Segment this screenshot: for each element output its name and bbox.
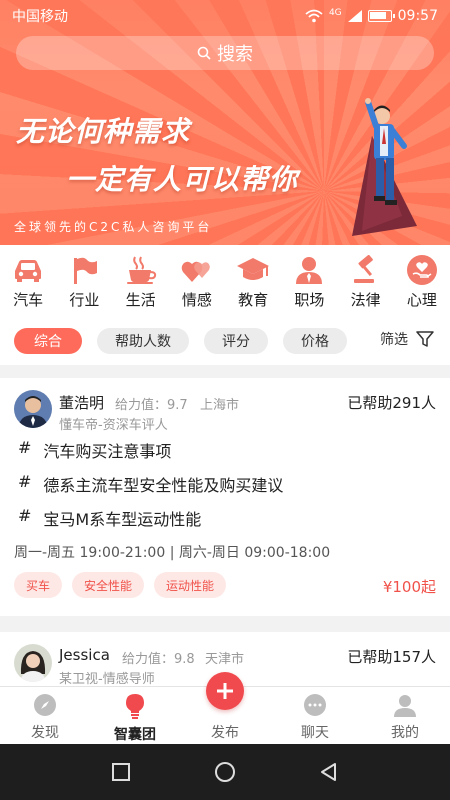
expert-tag[interactable]: 运动性能 bbox=[154, 572, 227, 598]
expert-helped-count: 已帮助157人 bbox=[347, 648, 436, 666]
topic-item[interactable]: # 宝马M系车型运动性能 bbox=[18, 506, 201, 530]
topic-text: 宝马M系车型运动性能 bbox=[43, 510, 202, 529]
recents-square-icon[interactable] bbox=[111, 762, 131, 782]
publish-plus-button[interactable] bbox=[206, 672, 244, 710]
sort-chip-comprehensive[interactable]: 综合 bbox=[14, 328, 82, 354]
category-label: 职场 bbox=[294, 291, 325, 309]
avatar[interactable] bbox=[14, 644, 52, 682]
category-label: 行业 bbox=[69, 291, 100, 309]
tab-discover[interactable]: 发现 bbox=[0, 687, 90, 744]
hash-icon: # bbox=[18, 438, 32, 457]
plus-icon bbox=[217, 683, 233, 699]
user-icon bbox=[394, 695, 416, 717]
carrier-label: 中国移动 bbox=[12, 9, 68, 25]
expert-title: 某卫视-情感导师 bbox=[59, 672, 155, 686]
banner-slogan-line2: 一定有人可以帮你 bbox=[66, 163, 299, 196]
expert-price: ¥100起 bbox=[382, 578, 436, 596]
compass-icon bbox=[34, 694, 56, 716]
category-law[interactable]: 法律 bbox=[338, 245, 394, 317]
hash-icon: # bbox=[18, 472, 32, 491]
category-life[interactable]: 生活 bbox=[113, 245, 169, 317]
topic-item[interactable]: # 汽车购买注意事项 bbox=[18, 438, 171, 462]
sort-chip-rating[interactable]: 评分 bbox=[204, 328, 268, 354]
search-icon bbox=[197, 46, 211, 60]
tab-label: 发布 bbox=[211, 725, 239, 741]
top-banner[interactable]: 中国移动 4G 09:57 搜索 无论何种需求 一定有人可以帮你 全球领先的C2… bbox=[0, 0, 450, 245]
expert-city: 天津市 bbox=[205, 652, 245, 667]
filter-funnel-icon bbox=[416, 331, 434, 347]
chat-icon bbox=[304, 694, 326, 716]
sort-chip-helped-count[interactable]: 帮助人数 bbox=[97, 328, 189, 354]
search-bar[interactable]: 搜索 bbox=[16, 36, 434, 70]
tab-label: 我的 bbox=[391, 725, 419, 741]
expert-tag[interactable]: 买车 bbox=[14, 572, 63, 598]
coffee-icon bbox=[124, 253, 158, 287]
service-hours: 周一-周五 19:00-21:00 | 周六-周日 09:00-18:00 bbox=[14, 545, 331, 561]
hash-icon: # bbox=[18, 506, 32, 525]
expert-power-score: 给力值：9.8 bbox=[122, 652, 195, 667]
expert-card[interactable]: 董浩明 给力值：9.7 上海市 已帮助291人 懂车帝-资深车评人 # 汽车购买… bbox=[0, 378, 450, 616]
back-triangle-icon[interactable] bbox=[319, 762, 339, 782]
filter-button[interactable]: 筛选 bbox=[380, 329, 434, 349]
sort-chip-price[interactable]: 价格 bbox=[283, 328, 347, 354]
tab-think-tank[interactable]: 智囊团 bbox=[90, 687, 180, 744]
tab-label: 智囊团 bbox=[114, 727, 156, 743]
topic-text: 德系主流车型安全性能及购买建议 bbox=[43, 476, 284, 495]
category-psychology[interactable]: 心理 bbox=[394, 245, 450, 317]
expert-name: Jessica bbox=[59, 646, 110, 664]
home-circle-icon[interactable] bbox=[214, 761, 236, 783]
lightbulb-icon bbox=[126, 694, 144, 719]
clock-label: 09:57 bbox=[397, 8, 438, 24]
category-industry[interactable]: 行业 bbox=[56, 245, 112, 317]
search-label: 搜索 bbox=[217, 44, 253, 65]
sort-filter-bar: 综合 帮助人数 评分 价格 筛选 bbox=[0, 317, 450, 365]
signal-icon bbox=[347, 10, 362, 22]
hearts-icon bbox=[180, 253, 214, 287]
avatar[interactable] bbox=[14, 390, 52, 428]
superhero-illustration bbox=[352, 98, 417, 236]
expert-power-score: 给力值：9.7 bbox=[115, 398, 188, 413]
category-car[interactable]: 汽车 bbox=[0, 245, 56, 317]
filter-label: 筛选 bbox=[380, 332, 408, 348]
tab-me[interactable]: 我的 bbox=[360, 687, 450, 744]
category-label: 教育 bbox=[238, 291, 269, 309]
category-label: 情感 bbox=[181, 291, 212, 309]
banner-slogan-line1: 无论何种需求 bbox=[16, 115, 191, 148]
banner-tagline: 全球领先的C2C私人咨询平台 bbox=[14, 220, 213, 234]
topic-text: 汽车购买注意事项 bbox=[43, 442, 172, 461]
wifi-icon bbox=[305, 9, 323, 23]
expert-helped-count: 已帮助291人 bbox=[347, 394, 436, 412]
expert-name: 董浩明 bbox=[59, 394, 105, 412]
category-emotion[interactable]: 情感 bbox=[169, 245, 225, 317]
expert-tag[interactable]: 安全性能 bbox=[72, 572, 145, 598]
person-icon bbox=[292, 253, 326, 287]
category-label: 汽车 bbox=[13, 291, 44, 309]
topic-item[interactable]: # 德系主流车型安全性能及购买建议 bbox=[18, 472, 283, 496]
category-grid: 汽车 行业 生活 情感 教育 职场 法律 心理 bbox=[0, 245, 450, 317]
tab-label: 聊天 bbox=[301, 725, 329, 741]
flag-icon bbox=[67, 253, 101, 287]
graduation-cap-icon bbox=[236, 253, 270, 287]
gavel-icon bbox=[349, 253, 383, 287]
category-label: 心理 bbox=[406, 291, 437, 309]
car-icon bbox=[11, 253, 45, 287]
heart-hand-icon bbox=[405, 253, 439, 287]
network-type-label: 4G bbox=[328, 8, 342, 18]
category-workplace[interactable]: 职场 bbox=[281, 245, 337, 317]
system-nav-bar bbox=[0, 744, 450, 800]
category-label: 法律 bbox=[350, 291, 381, 309]
expert-city: 上海市 bbox=[200, 398, 240, 413]
category-label: 生活 bbox=[125, 291, 156, 309]
category-education[interactable]: 教育 bbox=[225, 245, 281, 317]
expert-title: 懂车帝-资深车评人 bbox=[59, 418, 168, 433]
status-bar: 中国移动 4G 09:57 bbox=[0, 0, 450, 32]
tab-chat[interactable]: 聊天 bbox=[270, 687, 360, 744]
tab-label: 发现 bbox=[31, 725, 59, 741]
battery-icon bbox=[367, 10, 395, 22]
